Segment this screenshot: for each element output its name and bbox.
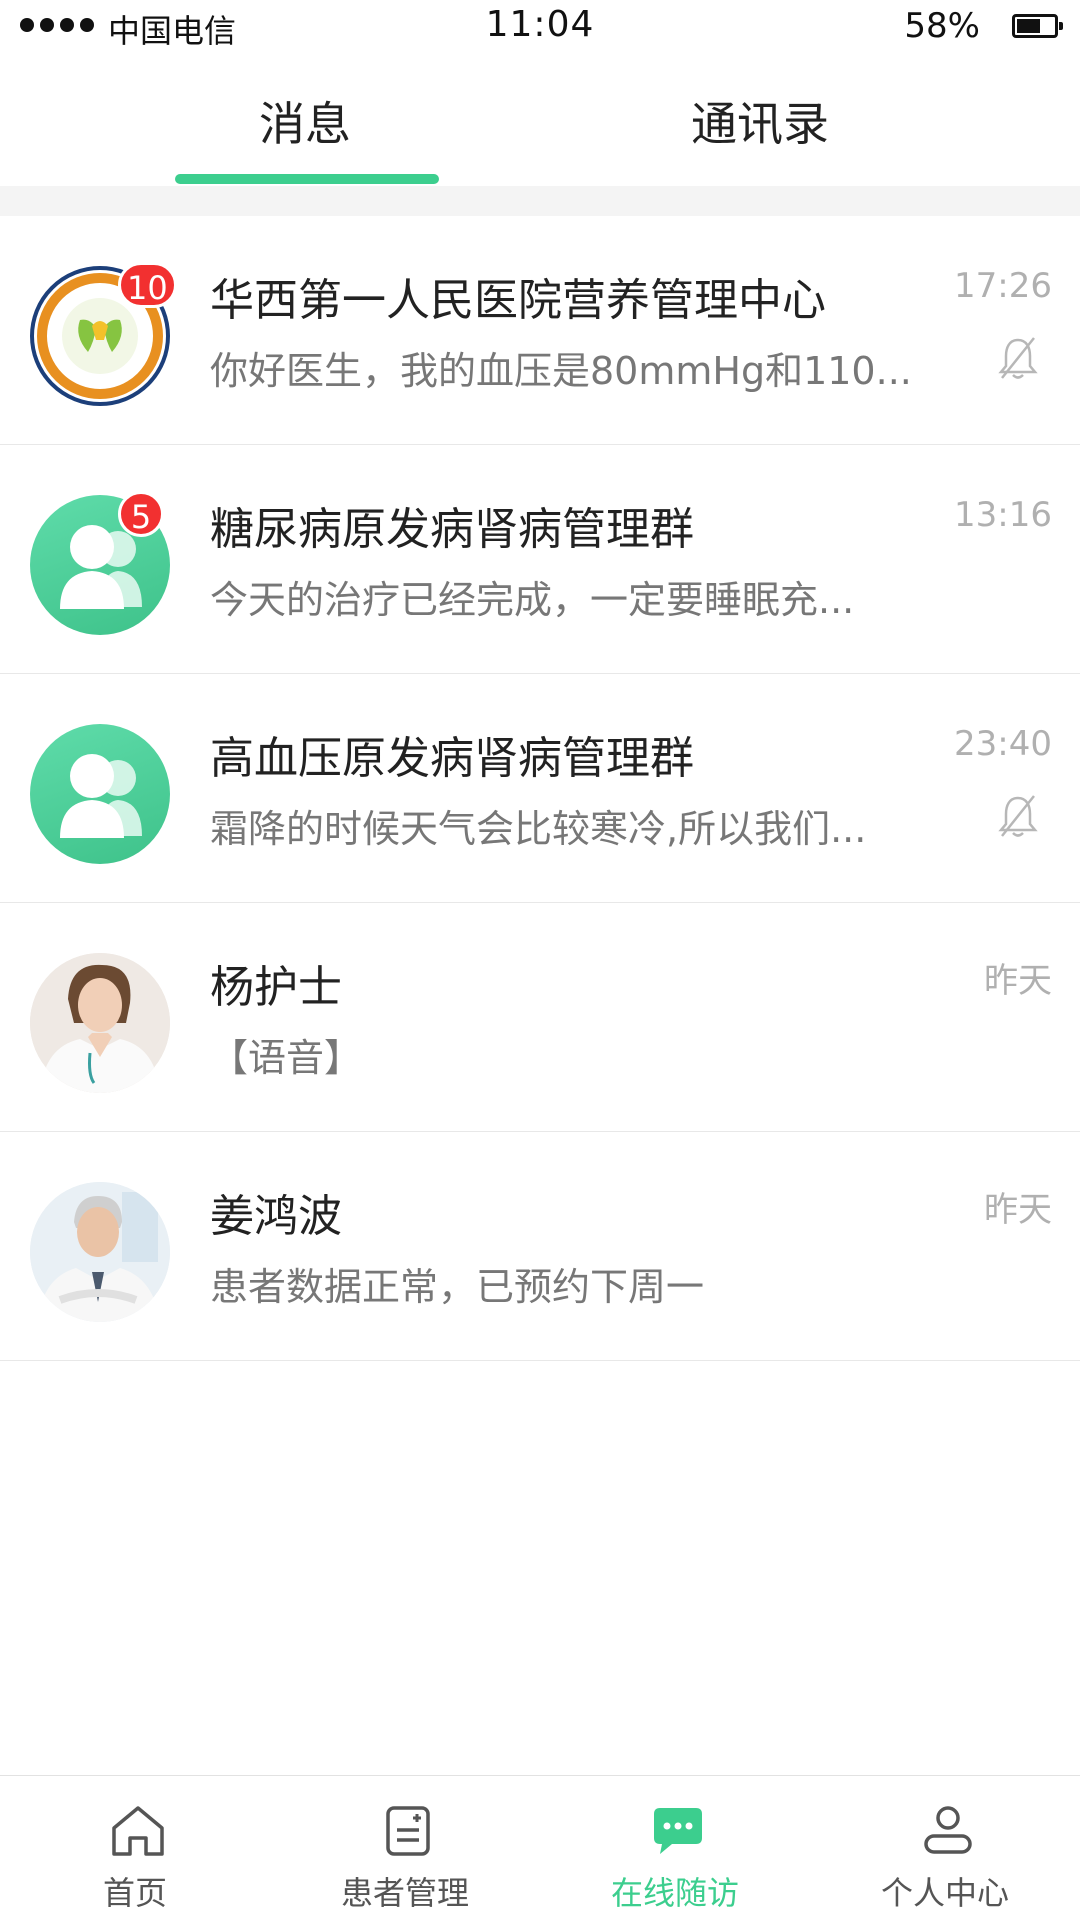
- conversation-row[interactable]: 姜鸿波 患者数据正常，已预约下周一 昨天: [0, 1132, 1080, 1361]
- tabbar-home[interactable]: 首页: [0, 1776, 270, 1921]
- mute-bell-icon: [998, 337, 1038, 379]
- conversation-time: 23:40: [954, 724, 1052, 764]
- conversation-title: 姜鸿波: [210, 1191, 342, 1242]
- section-divider: [0, 186, 1080, 216]
- mute-bell-icon: [998, 795, 1038, 837]
- conversation-time: 17:26: [954, 266, 1052, 306]
- conversation-row[interactable]: 杨护士 【语音】 昨天: [0, 903, 1080, 1132]
- unread-badge: 10: [118, 262, 177, 308]
- conversation-row[interactable]: 10 华西第一人民医院营养管理中心 你好医生，我的血压是80mmHg和110..…: [0, 216, 1080, 445]
- tab-messages[interactable]: 消息: [175, 88, 435, 154]
- tabbar-online-followup[interactable]: 在线随访: [540, 1776, 810, 1921]
- conversation-time: 昨天: [984, 961, 1052, 1001]
- conversation-time: 13:16: [954, 495, 1052, 535]
- conversation-title: 华西第一人民医院营养管理中心: [210, 275, 826, 326]
- conversation-title: 杨护士: [210, 962, 342, 1013]
- top-tabs: 消息 通讯录: [0, 56, 1080, 187]
- battery-percent: 58%: [904, 6, 980, 46]
- battery-icon: [1012, 14, 1063, 38]
- status-bar: 中国电信 11:04 58%: [0, 0, 1080, 56]
- tabbar-profile[interactable]: 个人中心: [810, 1776, 1080, 1921]
- chat-icon: [654, 1808, 702, 1854]
- conversation-title: 高血压原发病肾病管理群: [210, 733, 694, 784]
- conversation-preview: 今天的治疗已经完成，一定要睡眠充...: [210, 578, 855, 622]
- conversation-preview: 霜降的时候天气会比较寒冷,所以我们...: [210, 807, 867, 851]
- nurse-avatar: [30, 953, 170, 1093]
- doctor-avatar: [30, 1182, 170, 1322]
- group-avatar: [30, 724, 170, 864]
- conversation-list: 10 华西第一人民医院营养管理中心 你好医生，我的血压是80mmHg和110..…: [0, 216, 1080, 1361]
- conversation-row[interactable]: 5 糖尿病原发病肾病管理群 今天的治疗已经完成，一定要睡眠充... 13:16: [0, 445, 1080, 674]
- active-tab-indicator: [175, 174, 439, 184]
- conversation-preview: 【语音】: [210, 1036, 363, 1080]
- conversation-preview: 患者数据正常，已预约下周一: [210, 1265, 705, 1309]
- conversation-row[interactable]: 高血压原发病肾病管理群 霜降的时候天气会比较寒冷,所以我们... 23:40: [0, 674, 1080, 903]
- conversation-preview: 你好医生，我的血压是80mmHg和110...: [210, 349, 912, 393]
- bottom-tab-bar: 首页 患者管理 在线随访 个人中心: [0, 1775, 1080, 1921]
- profile-icon: [924, 1806, 972, 1854]
- tabbar-patient-management[interactable]: 患者管理: [270, 1776, 540, 1921]
- unread-badge: 5: [118, 491, 164, 537]
- conversation-title: 糖尿病原发病肾病管理群: [210, 504, 694, 555]
- conversation-time: 昨天: [984, 1190, 1052, 1230]
- home-icon: [112, 1806, 164, 1856]
- patient-management-icon: [386, 1806, 430, 1856]
- tab-contacts[interactable]: 通讯录: [630, 88, 890, 154]
